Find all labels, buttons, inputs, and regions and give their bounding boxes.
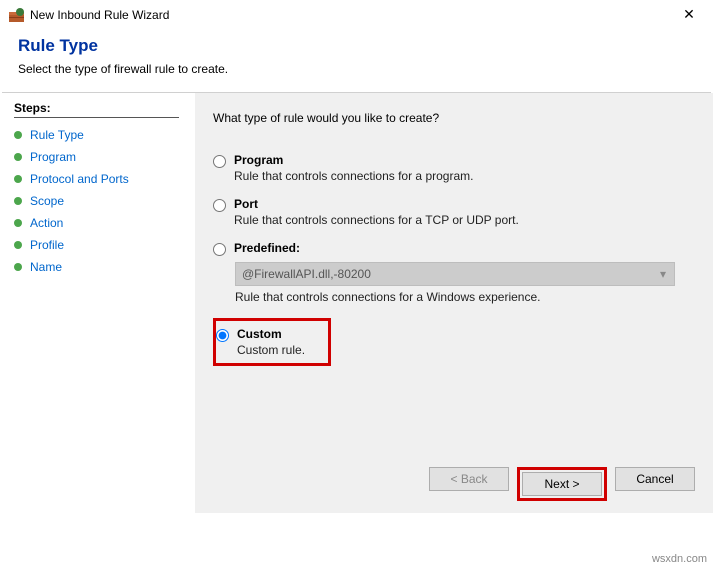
predefined-desc: Rule that controls connections for a Win… xyxy=(235,290,695,304)
close-icon[interactable]: ✕ xyxy=(675,6,703,23)
sidebar-item-label: Program xyxy=(30,150,76,164)
sidebar-item-protocol-and-ports[interactable]: Protocol and Ports xyxy=(14,168,185,190)
predefined-select: @FirewallAPI.dll,-80200 xyxy=(235,262,675,286)
watermark: wsxdn.com xyxy=(652,553,707,565)
page-title: Rule Type xyxy=(18,36,695,56)
window-title: New Inbound Rule Wizard xyxy=(30,8,675,22)
radio-custom[interactable] xyxy=(216,329,229,342)
custom-highlight: Custom Custom rule. xyxy=(213,318,331,366)
page-subtitle: Select the type of firewall rule to crea… xyxy=(18,62,695,76)
sidebar-item-name[interactable]: Name xyxy=(14,256,185,278)
sidebar-item-label: Name xyxy=(30,260,62,274)
sidebar-item-action[interactable]: Action xyxy=(14,212,185,234)
next-button[interactable]: Next > xyxy=(522,472,602,496)
option-label: Custom xyxy=(237,327,305,341)
option-program[interactable]: Program Rule that controls connections f… xyxy=(213,153,695,183)
step-bullet-icon xyxy=(14,197,22,205)
step-bullet-icon xyxy=(14,153,22,161)
option-port[interactable]: Port Rule that controls connections for … xyxy=(213,197,695,227)
wizard-content: What type of rule would you like to crea… xyxy=(195,93,713,513)
step-bullet-icon xyxy=(14,241,22,249)
radio-predefined[interactable] xyxy=(213,243,226,256)
sidebar-item-scope[interactable]: Scope xyxy=(14,190,185,212)
sidebar-item-label: Action xyxy=(30,216,63,230)
firewall-app-icon xyxy=(8,7,24,23)
wizard-header: Rule Type Select the type of firewall ru… xyxy=(0,28,713,92)
step-bullet-icon xyxy=(14,175,22,183)
option-label: Predefined: xyxy=(234,241,300,255)
option-custom[interactable]: Custom Custom rule. xyxy=(216,327,322,357)
step-bullet-icon xyxy=(14,131,22,139)
radio-port[interactable] xyxy=(213,199,226,212)
step-bullet-icon xyxy=(14,219,22,227)
sidebar-item-label: Protocol and Ports xyxy=(30,172,129,186)
cancel-button[interactable]: Cancel xyxy=(615,467,695,491)
sidebar-item-label: Rule Type xyxy=(30,128,84,142)
option-desc: Rule that controls connections for a TCP… xyxy=(234,213,519,227)
sidebar-item-profile[interactable]: Profile xyxy=(14,234,185,256)
sidebar-item-label: Scope xyxy=(30,194,64,208)
next-highlight: Next > xyxy=(517,467,607,501)
option-predefined[interactable]: Predefined: xyxy=(213,241,695,256)
footer-buttons: < Back Next > Cancel xyxy=(429,467,695,501)
steps-heading: Steps: xyxy=(14,101,179,118)
step-bullet-icon xyxy=(14,263,22,271)
back-button: < Back xyxy=(429,467,509,491)
option-label: Program xyxy=(234,153,473,167)
prompt-text: What type of rule would you like to crea… xyxy=(213,111,695,125)
radio-program[interactable] xyxy=(213,155,226,168)
sidebar-item-rule-type[interactable]: Rule Type xyxy=(14,124,185,146)
sidebar-item-label: Profile xyxy=(30,238,64,252)
option-desc: Rule that controls connections for a pro… xyxy=(234,169,473,183)
sidebar-item-program[interactable]: Program xyxy=(14,146,185,168)
steps-sidebar: Steps: Rule Type Program Protocol and Po… xyxy=(0,93,195,513)
titlebar: New Inbound Rule Wizard ✕ xyxy=(0,0,713,28)
option-label: Port xyxy=(234,197,519,211)
option-desc: Custom rule. xyxy=(237,343,305,357)
